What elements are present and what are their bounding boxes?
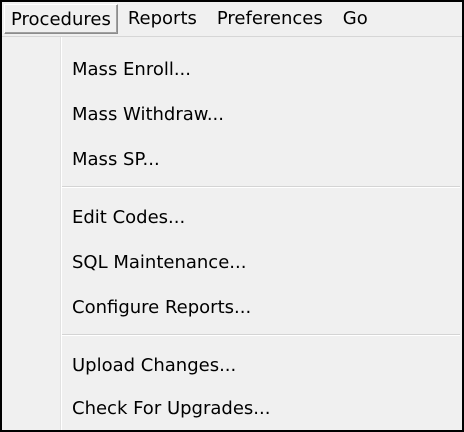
menu-go[interactable]: Go [333,4,378,34]
menu-item-configure-reports[interactable]: Configure Reports... [72,297,251,319]
menu-reports[interactable]: Reports [118,4,207,34]
menu-item-edit-codes[interactable]: Edit Codes... [72,207,185,229]
menu-procedures[interactable]: Procedures [4,4,118,34]
procedures-dropdown-menu: Mass Enroll... Mass Withdraw... Mass SP.… [2,37,462,430]
menu-bar: Procedures Reports Preferences Go [2,2,462,37]
menu-item-mass-withdraw[interactable]: Mass Withdraw... [72,104,224,126]
menu-separator [62,334,460,336]
menu-item-mass-sp[interactable]: Mass SP... [72,149,160,171]
menu-icon-gutter [2,37,61,430]
menu-item-mass-enroll[interactable]: Mass Enroll... [72,59,191,81]
menu-separator [62,186,460,188]
menu-item-sql-maintenance[interactable]: SQL Maintenance... [72,252,246,274]
application-window: Procedures Reports Preferences Go Mass E… [0,0,464,432]
menu-preferences[interactable]: Preferences [207,4,333,34]
menu-item-check-for-upgrades[interactable]: Check For Upgrades... [72,398,270,420]
menu-item-upload-changes[interactable]: Upload Changes... [72,355,236,377]
